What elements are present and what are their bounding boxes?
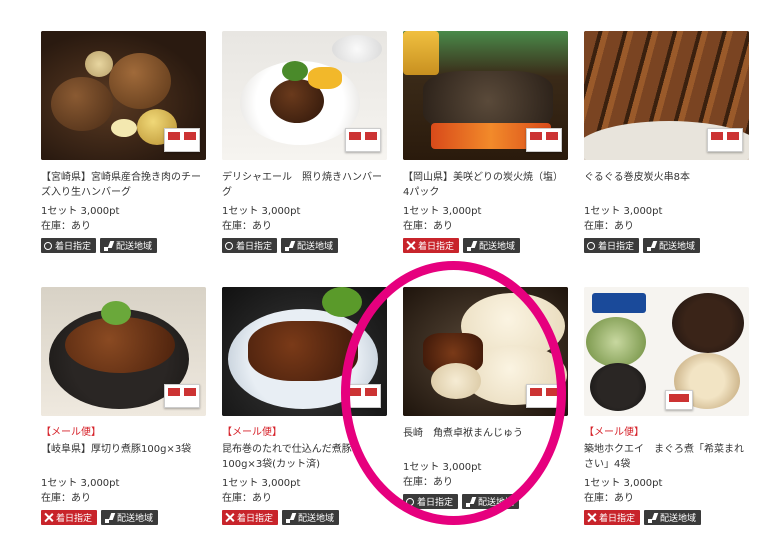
delivery-area-badge[interactable]: 配送地域 — [100, 238, 158, 253]
delivery-date-badge: 着日指定 — [584, 238, 640, 253]
cross-icon — [225, 513, 234, 522]
product-image[interactable] — [41, 31, 206, 160]
product-price: 1セット 3,000pt — [222, 206, 301, 217]
mail-delivery-label: 【メール便】 — [584, 427, 644, 438]
product-row: 【宮崎県】宮崎県産合挽き肉のチーズ入り生ハンバーグ 1セット 3,000pt 在… — [41, 31, 751, 287]
product-price: 1セット 3,000pt — [403, 462, 482, 473]
product-card[interactable]: デリシャエール 照り焼きハンバーグ 1セット 3,000pt 在庫：あり 着日指… — [222, 31, 387, 253]
product-card[interactable]: 【メール便】 昆布巻のたれで仕込んだ煮豚100g×3袋(カット済) 1セット 3… — [222, 287, 387, 525]
delivery-area-badge[interactable]: 配送地域 — [281, 238, 339, 253]
product-grid: 【宮崎県】宮崎県産合挽き肉のチーズ入り生ハンバーグ 1セット 3,000pt 在… — [41, 31, 751, 543]
product-stock: 在庫：あり — [222, 493, 272, 504]
japan-map-icon — [285, 513, 295, 523]
product-stock: 在庫：あり — [222, 221, 272, 232]
product-card[interactable]: ぐるぐる巻皮炭火串8本 1セット 3,000pt 在庫：あり 着日指定 配送地域 — [584, 31, 749, 253]
product-card[interactable]: 【岡山県】美咲どりの炭火焼（塩）4パック 1セット 3,000pt 在庫：あり … — [403, 31, 568, 253]
product-image[interactable] — [222, 287, 387, 416]
delivery-date-badge: 着日指定 — [222, 510, 279, 525]
product-card[interactable]: 【メール便】 築地ホクエイ まぐろ煮「希菜まれさい」4袋 1セット 3,000p… — [584, 287, 749, 525]
japan-map-icon — [465, 497, 475, 507]
japan-map-icon — [103, 241, 113, 251]
cross-icon — [587, 513, 596, 522]
delivery-area-badge[interactable]: 配送地域 — [463, 238, 521, 253]
product-price: 1セット 3,000pt — [584, 478, 663, 489]
delivery-date-badge: 着日指定 — [584, 510, 641, 525]
cross-icon — [406, 241, 415, 250]
product-row: 【メール便】 【岐阜県】厚切り煮豚100g×3袋 1セット 3,000pt 在庫… — [41, 287, 751, 543]
delivery-date-badge: 着日指定 — [41, 510, 98, 525]
cross-icon — [44, 513, 53, 522]
delivery-date-badge: 着日指定 — [41, 238, 97, 253]
product-stock: 在庫：あり — [41, 493, 91, 504]
product-image[interactable] — [41, 287, 206, 416]
japan-map-icon — [647, 513, 657, 523]
delivery-area-badge[interactable]: 配送地域 — [462, 494, 520, 509]
product-name[interactable]: 【岡山県】美咲どりの炭火焼（塩）4パック — [403, 170, 568, 200]
delivery-area-badge[interactable]: 配送地域 — [643, 238, 701, 253]
product-name[interactable]: 昆布巻のたれで仕込んだ煮豚100g×3袋(カット済) — [222, 442, 387, 472]
product-stock: 在庫：あり — [584, 221, 634, 232]
product-stock: 在庫：あり — [41, 221, 91, 232]
product-price: 1セット 3,000pt — [222, 478, 301, 489]
product-stock: 在庫：あり — [584, 493, 634, 504]
product-name[interactable]: 【岐阜県】厚切り煮豚100g×3袋 — [41, 442, 206, 472]
circle-icon — [225, 241, 233, 250]
product-card[interactable]: 【宮崎県】宮崎県産合挽き肉のチーズ入り生ハンバーグ 1セット 3,000pt 在… — [41, 31, 206, 253]
delivery-date-badge: 着日指定 — [222, 238, 278, 253]
delivery-date-badge: 着日指定 — [403, 494, 459, 509]
product-card[interactable]: 長崎 角煮卓袱まんじゅう 1セット 3,000pt 在庫：あり 着日指定 配送地… — [403, 287, 568, 509]
product-image[interactable] — [403, 31, 568, 160]
product-image[interactable] — [222, 31, 387, 160]
delivery-area-badge[interactable]: 配送地域 — [282, 510, 340, 525]
japan-map-icon — [466, 241, 476, 251]
mail-delivery-label: 【メール便】 — [222, 427, 282, 438]
product-stock: 在庫：あり — [403, 477, 453, 488]
product-price: 1セット 3,000pt — [41, 206, 120, 217]
product-name[interactable]: 長崎 角煮卓袱まんじゅう — [403, 426, 568, 456]
product-name[interactable]: 【宮崎県】宮崎県産合挽き肉のチーズ入り生ハンバーグ — [41, 170, 206, 200]
product-name[interactable]: デリシャエール 照り焼きハンバーグ — [222, 170, 387, 200]
product-stock: 在庫：あり — [403, 221, 453, 232]
product-image[interactable] — [584, 31, 749, 160]
japan-map-icon — [104, 513, 114, 523]
japan-map-icon — [646, 241, 656, 251]
mail-delivery-label: 【メール便】 — [41, 427, 101, 438]
circle-icon — [44, 241, 52, 250]
japan-map-icon — [284, 241, 294, 251]
product-card[interactable]: 【メール便】 【岐阜県】厚切り煮豚100g×3袋 1セット 3,000pt 在庫… — [41, 287, 206, 525]
delivery-date-badge: 着日指定 — [403, 238, 460, 253]
circle-icon — [406, 497, 414, 506]
circle-icon — [587, 241, 595, 250]
product-price: 1セット 3,000pt — [584, 206, 663, 217]
product-name[interactable]: ぐるぐる巻皮炭火串8本 — [584, 170, 749, 200]
product-image[interactable] — [584, 287, 749, 416]
product-name[interactable]: 築地ホクエイ まぐろ煮「希菜まれさい」4袋 — [584, 442, 749, 472]
product-price: 1セット 3,000pt — [41, 478, 120, 489]
delivery-area-badge[interactable]: 配送地域 — [644, 510, 702, 525]
product-image[interactable] — [403, 287, 568, 416]
product-price: 1セット 3,000pt — [403, 206, 482, 217]
delivery-area-badge[interactable]: 配送地域 — [101, 510, 159, 525]
